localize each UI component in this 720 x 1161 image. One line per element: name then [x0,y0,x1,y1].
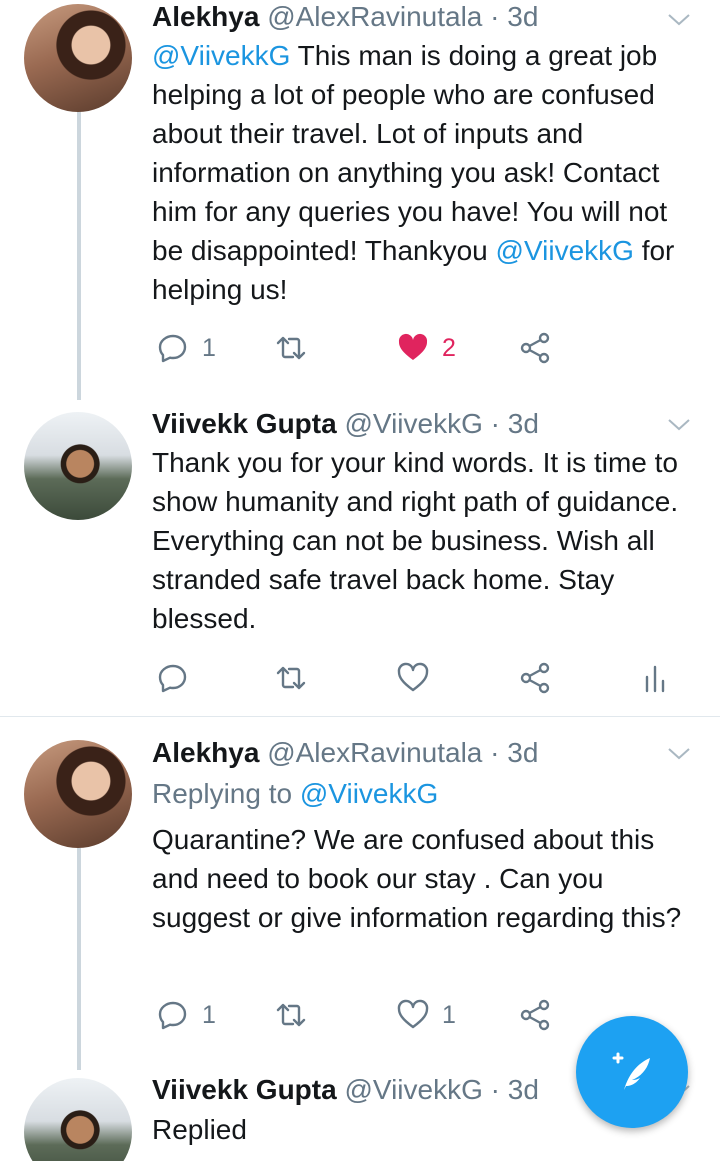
avatar[interactable] [24,740,132,848]
share-icon [520,999,550,1031]
author-handle[interactable]: @AlexRavinutala [267,737,482,768]
like-count: 2 [442,333,456,362]
tweet-text: Quarantine? We are confused about this a… [152,824,682,933]
compose-tweet-button[interactable] [576,1016,688,1128]
retweet-icon [276,336,306,360]
chevron-down-icon[interactable] [666,411,692,437]
replying-to-label: Replying to [152,778,293,809]
like-button[interactable]: 2 [396,328,456,368]
tweet-time: · 3d [490,1,539,32]
tweet-text-segment: This man is doing a great job helping a … [152,40,668,266]
tweet-text: @ViivekkG This man is doing a great job … [152,36,697,309]
avatar[interactable] [24,412,132,520]
tweet-time: · 3d [490,737,539,768]
share-icon [520,332,550,364]
author-name[interactable]: Alekhya [152,737,259,768]
retweet-icon [276,1003,306,1027]
divider [0,716,720,717]
replying-to: Replying to @ViivekkG [152,777,438,811]
tweet-time: · 3d [490,408,539,439]
mention-link[interactable]: @ViivekkG [152,40,290,71]
tweet-text: Thank you for your kind words. It is tim… [152,447,679,634]
author-handle[interactable]: @ViivekkG [344,1074,482,1105]
author-name[interactable]: Viivekk Gupta [152,1074,337,1105]
thread-line [77,848,81,1070]
reply-count: 1 [202,333,216,362]
reply-button[interactable] [156,658,190,698]
author-name[interactable]: Alekhya [152,1,259,32]
chevron-down-icon[interactable] [666,740,692,766]
like-button[interactable]: 1 [396,995,456,1035]
author-name[interactable]: Viivekk Gupta [152,408,337,439]
author-handle[interactable]: @ViivekkG [344,408,482,439]
heart-icon [397,999,429,1029]
share-icon [520,662,550,694]
share-button[interactable] [518,328,552,368]
tweet-header: Alekhya @AlexRavinutala · 3d [152,0,538,34]
tweet-header: Viivekk Gupta @ViivekkG · 3d [152,407,539,441]
retweet-button[interactable] [274,995,308,1035]
mention-link[interactable]: @ViivekkG [300,778,438,809]
heart-icon [398,333,428,360]
reply-icon [158,1001,187,1030]
share-button[interactable] [518,995,552,1035]
thread-line [77,110,81,400]
retweet-button[interactable] [274,328,308,368]
analytics-button[interactable] [638,658,672,698]
reply-button[interactable]: 1 [156,995,216,1035]
mention-link[interactable]: @ViivekkG [496,235,634,266]
compose-tweet-icon [612,1052,650,1090]
author-handle[interactable]: @AlexRavinutala [267,1,482,32]
like-count: 1 [442,1000,456,1029]
reply-icon [158,664,187,693]
like-button[interactable] [396,658,430,698]
heart-icon [397,662,429,692]
chevron-down-icon[interactable] [666,6,692,32]
analytics-icon [645,665,665,693]
reply-count: 1 [202,1000,216,1029]
avatar[interactable] [24,4,132,112]
retweet-button[interactable] [274,658,308,698]
reply-icon [158,334,187,363]
tweet-time: · 3d [490,1074,539,1105]
avatar[interactable] [24,1078,132,1161]
retweet-icon [276,666,306,690]
tweet-header: Viivekk Gupta @ViivekkG · 3d [152,1073,539,1107]
tweet-header: Alekhya @AlexRavinutala · 3d [152,736,538,770]
share-button[interactable] [518,658,552,698]
reply-button[interactable]: 1 [156,328,216,368]
